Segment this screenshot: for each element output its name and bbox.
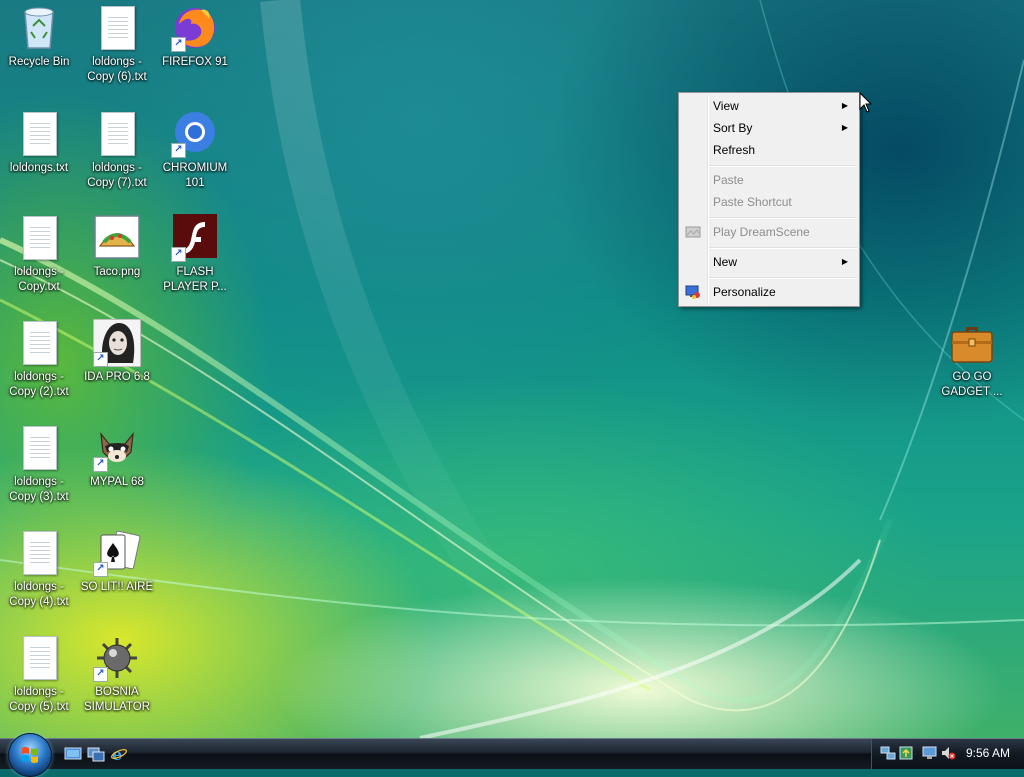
icon-label: Recycle Bin xyxy=(8,56,70,68)
submenu-arrow-icon: ▶ xyxy=(841,257,848,266)
menu-item-label: Play DreamScene xyxy=(713,225,810,239)
sync-icon[interactable] xyxy=(898,745,914,761)
menu-item-personalize[interactable]: Personalize xyxy=(681,281,857,303)
desktop-icon-taco-png[interactable]: Taco.png xyxy=(78,214,156,280)
menu-item-new[interactable]: New ▶ xyxy=(681,251,857,273)
display-icon[interactable] xyxy=(922,745,938,761)
desktop-context-menu: View ▶ Sort By ▶ Refresh Paste Paste Sho… xyxy=(678,92,860,307)
icon-label: loldongs - Copy (2).txt xyxy=(9,371,69,398)
dreamscene-icon xyxy=(685,226,701,238)
shortcut-arrow-icon: ↗ xyxy=(171,143,186,158)
icon-label: IDA PRO 6.8 xyxy=(84,371,150,383)
icon-label: loldongs - Copy (3).txt xyxy=(9,476,69,503)
desktop-icon-text-file[interactable]: loldongs - Copy (5).txt xyxy=(0,634,78,715)
menu-item-play-dreamscene[interactable]: Play DreamScene xyxy=(681,221,857,243)
menu-item-sort-by[interactable]: Sort By ▶ xyxy=(681,117,857,139)
icon-label: SO LIT!! AIRE xyxy=(80,581,154,593)
recycle-bin-icon xyxy=(24,7,54,49)
desktop-icon-text-file[interactable]: loldongs.txt xyxy=(0,110,78,176)
icon-label: Taco.png xyxy=(93,266,141,278)
taco-image-icon xyxy=(94,215,140,259)
desktop-icon-ida-pro[interactable]: ↗ IDA PRO 6.8 xyxy=(78,318,156,385)
switch-windows-icon[interactable] xyxy=(87,746,105,762)
taskbar: e 9:56 AM xyxy=(0,733,1024,777)
icon-label: MYPAL 68 xyxy=(90,476,144,488)
icon-label: CHROMIUM 101 xyxy=(162,162,228,189)
icon-label: loldongs - Copy (6).txt xyxy=(87,56,147,83)
shortcut-arrow-icon: ↗ xyxy=(93,667,108,682)
desktop-icon-bosnia-simulator[interactable]: ↗ BOSNIA SIMULATOR xyxy=(78,634,156,715)
network-icon[interactable] xyxy=(880,745,896,761)
desktop-icon-solitaire[interactable]: ↗ SO LIT!! AIRE xyxy=(78,529,156,595)
menu-separator xyxy=(709,217,857,219)
desktop-icon-go-go-gadget[interactable]: GO GO GADGET ... xyxy=(933,319,1011,400)
desktop-icon-text-file[interactable]: loldongs - Copy (3).txt xyxy=(0,424,78,505)
menu-item-label: View xyxy=(713,99,739,113)
desktop-icon-chromium[interactable]: ↗ CHROMIUM 101 xyxy=(156,110,234,191)
shortcut-arrow-icon: ↗ xyxy=(171,247,186,262)
show-desktop-icon[interactable] xyxy=(64,746,82,762)
desktop-icon-mypal[interactable]: ↗ MYPAL 68 xyxy=(78,424,156,490)
submenu-arrow-icon: ▶ xyxy=(841,101,848,110)
text-file-icon xyxy=(23,636,57,680)
menu-item-paste[interactable]: Paste xyxy=(681,169,857,191)
shortcut-arrow-icon: ↗ xyxy=(93,457,108,472)
windows-logo-icon xyxy=(22,747,38,763)
icon-label: loldongs - Copy (5).txt xyxy=(9,686,69,713)
shortcut-arrow-icon: ↗ xyxy=(93,352,108,367)
desktop-icon-firefox[interactable]: ↗ FIREFOX 91 xyxy=(156,4,234,70)
mouse-cursor-icon xyxy=(859,92,873,113)
desktop-icon-recycle-bin[interactable]: Recycle Bin xyxy=(0,4,78,70)
desktop-icon-text-file[interactable]: loldongs - Copy (4).txt xyxy=(0,529,78,610)
text-file-icon xyxy=(23,216,57,260)
text-file-icon xyxy=(23,531,57,575)
desktop-icon-flash-player[interactable]: ↗ FLASH PLAYER P... xyxy=(156,214,234,295)
desktop-icon-text-file[interactable]: loldongs - Copy (2).txt xyxy=(0,319,78,400)
icon-label: loldongs - Copy (7).txt xyxy=(87,162,147,189)
text-file-icon xyxy=(23,112,57,156)
icon-label: GO GO GADGET ... xyxy=(941,371,1003,398)
system-tray: 9:56 AM xyxy=(871,739,1024,769)
icon-label: loldongs.txt xyxy=(9,162,69,174)
menu-separator xyxy=(709,247,857,249)
desktop-icon-text-file[interactable]: loldongs - Copy (7).txt xyxy=(78,110,156,191)
text-file-icon xyxy=(101,112,135,156)
menu-item-label: New xyxy=(713,255,738,269)
menu-item-label: Paste Shortcut xyxy=(713,195,792,209)
icon-label: FLASH PLAYER P... xyxy=(163,266,227,293)
volume-muted-icon[interactable] xyxy=(940,745,956,761)
start-button[interactable] xyxy=(8,733,52,777)
menu-item-label: Refresh xyxy=(713,143,756,157)
submenu-arrow-icon: ▶ xyxy=(841,123,848,132)
menu-item-refresh[interactable]: Refresh xyxy=(681,139,857,161)
internet-explorer-icon[interactable]: e xyxy=(110,746,128,762)
text-file-icon xyxy=(23,321,57,365)
menu-item-label: Personalize xyxy=(713,285,776,299)
text-file-icon xyxy=(101,6,135,50)
desktop[interactable]: Recycle Bin loldongs.txt loldongs - Copy… xyxy=(0,0,1024,738)
text-file-icon xyxy=(23,426,57,470)
shortcut-arrow-icon: ↗ xyxy=(171,37,186,52)
icon-label: FIREFOX 91 xyxy=(162,56,228,68)
shortcut-arrow-icon: ↗ xyxy=(93,562,108,577)
menu-item-view[interactable]: View ▶ xyxy=(681,95,857,117)
icon-label: loldongs - Copy (4).txt xyxy=(9,581,69,608)
personalize-icon xyxy=(685,285,700,299)
menu-item-label: Paste xyxy=(713,173,744,187)
desktop-icon-text-file[interactable]: loldongs - Copy.txt xyxy=(0,214,78,295)
menu-separator xyxy=(709,277,857,279)
menu-item-paste-shortcut[interactable]: Paste Shortcut xyxy=(681,191,857,213)
briefcase-icon xyxy=(951,327,993,363)
taskbar-clock[interactable]: 9:56 AM xyxy=(966,746,1010,760)
icon-label: loldongs - Copy.txt xyxy=(14,266,64,293)
icon-label: BOSNIA SIMULATOR xyxy=(83,686,151,713)
desktop-icon-text-file[interactable]: loldongs - Copy (6).txt xyxy=(78,4,156,85)
menu-item-label: Sort By xyxy=(713,121,753,135)
menu-separator xyxy=(709,165,857,167)
